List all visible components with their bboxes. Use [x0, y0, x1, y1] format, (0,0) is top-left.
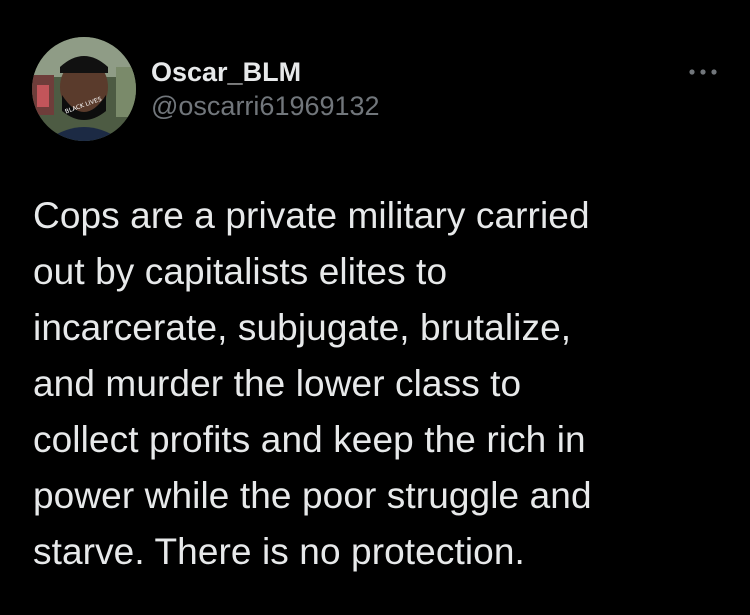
avatar[interactable]: BLACK LIVES [32, 37, 136, 141]
author-handle[interactable]: @oscarri61969132 [151, 90, 380, 122]
more-horizontal-icon [689, 69, 717, 75]
more-options-button[interactable] [683, 62, 723, 82]
tweet-header: BLACK LIVES Oscar_BLM @oscarri61969132 [32, 37, 722, 142]
avatar-image: BLACK LIVES [32, 37, 136, 141]
tweet: BLACK LIVES Oscar_BLM @oscarri61969132 C… [0, 0, 750, 615]
author-info[interactable]: Oscar_BLM @oscarri61969132 [151, 56, 380, 122]
tweet-text: Cops are a private military carried out … [33, 195, 592, 572]
author-display-name[interactable]: Oscar_BLM [151, 56, 380, 88]
